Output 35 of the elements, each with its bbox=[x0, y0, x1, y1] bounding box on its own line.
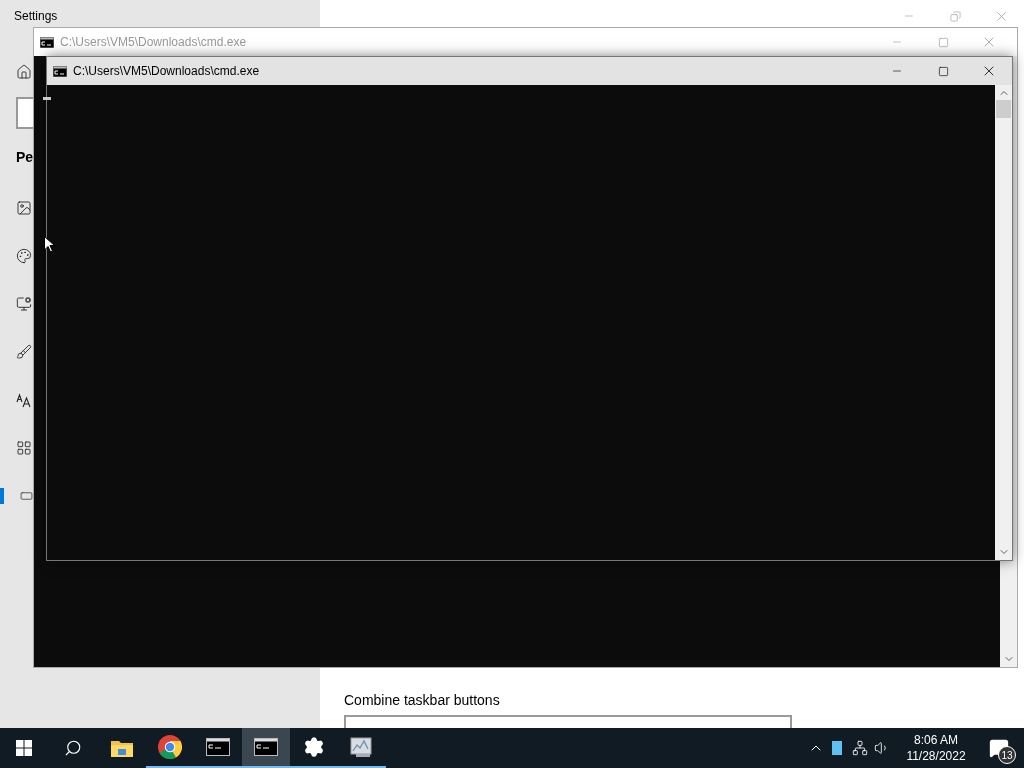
maximize-icon bbox=[937, 36, 949, 48]
folder-icon bbox=[111, 739, 133, 757]
console-icon bbox=[40, 36, 54, 48]
window-title: C:\Users\VM5\Downloads\cmd.exe bbox=[60, 34, 247, 51]
gear-icon bbox=[303, 736, 325, 758]
monitor-icon bbox=[16, 296, 32, 312]
window-title: C:\Users\VM5\Downloads\cmd.exe bbox=[73, 63, 260, 80]
home-icon[interactable] bbox=[16, 64, 32, 80]
app-title: Settings bbox=[14, 9, 59, 23]
scrollbar[interactable] bbox=[995, 85, 1012, 560]
notification-count: 13 bbox=[998, 746, 1016, 764]
console-icon bbox=[206, 738, 230, 756]
section-heading: Pe bbox=[16, 148, 35, 167]
picture-icon bbox=[16, 200, 32, 216]
windows-logo-icon bbox=[16, 740, 32, 756]
chrome-logo-icon bbox=[158, 735, 182, 759]
fonts-icon bbox=[16, 392, 32, 408]
clock[interactable]: 8:06 AM 11/28/2022 bbox=[898, 732, 974, 764]
taskbar-button[interactable] bbox=[242, 728, 290, 768]
network-icon[interactable] bbox=[852, 740, 868, 756]
console-icon bbox=[53, 65, 67, 77]
maximize-icon bbox=[937, 65, 949, 77]
scroll-thumb[interactable] bbox=[996, 100, 1011, 118]
chart-monitor-icon bbox=[350, 736, 374, 758]
clock-time: 8:06 AM bbox=[914, 732, 958, 748]
brush-icon bbox=[16, 344, 32, 360]
clock-date: 11/28/2022 bbox=[906, 748, 966, 764]
setting-label: Combine taskbar buttons bbox=[344, 691, 501, 710]
search-icon bbox=[64, 739, 82, 757]
text-cursor bbox=[43, 97, 51, 100]
tiles-icon bbox=[16, 440, 32, 456]
console-icon bbox=[254, 738, 278, 756]
restore-icon bbox=[949, 10, 961, 22]
palette-icon bbox=[16, 248, 32, 264]
search-field[interactable] bbox=[16, 97, 33, 129]
